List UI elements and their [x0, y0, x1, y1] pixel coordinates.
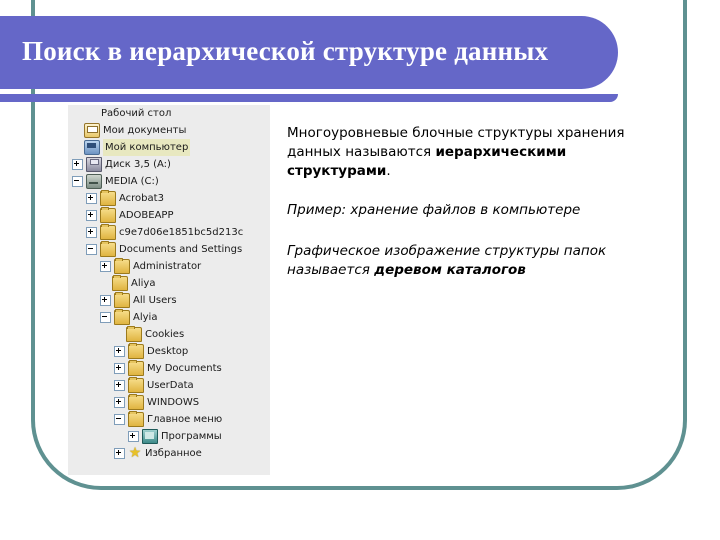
tree-item-label: Программы: [161, 431, 222, 442]
tree-row[interactable]: Aliya: [68, 275, 270, 292]
expand-plus-icon[interactable]: [114, 397, 125, 408]
drive-icon: [86, 174, 102, 189]
folder-icon: [100, 190, 116, 206]
tree-row[interactable]: ADOBEAPP: [68, 207, 270, 224]
tree-row[interactable]: Cookies: [68, 326, 270, 343]
tree-row[interactable]: WINDOWS: [68, 394, 270, 411]
tree-item-label: All Users: [133, 295, 177, 306]
expand-plus-icon[interactable]: [114, 346, 125, 357]
folder-icon: [114, 309, 130, 325]
tree-item-label: Acrobat3: [119, 193, 164, 204]
tree-row[interactable]: All Users: [68, 292, 270, 309]
floppy-icon: [86, 157, 102, 172]
definition-text-tail: .: [386, 163, 391, 179]
tree-item-label: Избранное: [145, 448, 202, 459]
paragraph-example: Пример: хранение файлов в компьютере: [287, 202, 581, 218]
folder-icon: [128, 394, 144, 410]
collapse-minus-icon[interactable]: [100, 312, 111, 323]
tree-row[interactable]: Диск 3,5 (A:): [68, 156, 270, 173]
folder-icon: [100, 207, 116, 223]
computer-icon: [84, 140, 100, 155]
star-icon: ★: [128, 445, 142, 461]
tree-row[interactable]: Documents and Settings: [68, 241, 270, 258]
tree-row[interactable]: ★ Избранное: [68, 445, 270, 462]
tree-item-label: Desktop: [147, 346, 189, 357]
tree-item-label: Рабочий стол: [101, 108, 172, 119]
tree-item-label: MEDIA (C:): [105, 176, 159, 187]
tree-item-label: Мои документы: [103, 125, 187, 136]
tree-item-label: Aliya: [131, 278, 156, 289]
tree-row[interactable]: Administrator: [68, 258, 270, 275]
expand-plus-icon[interactable]: [114, 448, 125, 459]
tree-row[interactable]: Мой компьютер: [68, 139, 270, 156]
tree-item-label: Alyia: [133, 312, 158, 323]
tree-row[interactable]: Мои документы: [68, 122, 270, 139]
tree-row[interactable]: UserData: [68, 377, 270, 394]
folder-icon: [114, 258, 130, 274]
paragraph-tree-definition: Графическое изображение структуры папок …: [287, 242, 655, 280]
expand-plus-icon[interactable]: [100, 295, 111, 306]
expand-plus-icon[interactable]: [86, 210, 97, 221]
programs-folder-icon: [142, 429, 158, 444]
tree-row[interactable]: My Documents: [68, 360, 270, 377]
folder-icon: [128, 360, 144, 376]
tree-row[interactable]: Acrobat3: [68, 190, 270, 207]
expand-plus-icon[interactable]: [100, 261, 111, 272]
tree-row[interactable]: Программы: [68, 428, 270, 445]
expand-plus-icon[interactable]: [86, 193, 97, 204]
tree-item-label: Мой компьютер: [103, 139, 191, 156]
tree-row[interactable]: MEDIA (C:): [68, 173, 270, 190]
folder-icon: [114, 292, 130, 308]
tree-item-label: ADOBEAPP: [119, 210, 174, 221]
tree-item-label: Administrator: [133, 261, 202, 272]
paragraph-definition: Многоуровневые блочные структуры хранени…: [287, 124, 655, 181]
tree-definition-term: деревом каталогов: [374, 262, 526, 278]
explorer-tree-panel: Рабочий стол Мои документы Мой компьютер Ди…: [68, 105, 270, 475]
tree-row[interactable]: c9e7d06e1851bc5d213c: [68, 224, 270, 241]
tree-item-label: My Documents: [147, 363, 222, 374]
tree-row[interactable]: Главное меню: [68, 411, 270, 428]
expand-plus-icon[interactable]: [114, 380, 125, 391]
tree-item-label: UserData: [147, 380, 194, 391]
tree-item-label: Диск 3,5 (A:): [105, 159, 171, 170]
documents-icon: [84, 123, 100, 138]
folder-icon: [126, 326, 142, 342]
tree-row[interactable]: Desktop: [68, 343, 270, 360]
folder-icon: [128, 377, 144, 393]
collapse-minus-icon[interactable]: [72, 176, 83, 187]
collapse-minus-icon[interactable]: [114, 414, 125, 425]
expand-plus-icon[interactable]: [72, 159, 83, 170]
tree-item-label: Documents and Settings: [119, 244, 243, 255]
folder-icon: [100, 241, 116, 257]
collapse-minus-icon[interactable]: [86, 244, 97, 255]
folder-icon: [128, 343, 144, 359]
folder-icon: [100, 224, 116, 240]
tree-item-label: Главное меню: [147, 414, 223, 425]
expand-plus-icon[interactable]: [114, 363, 125, 374]
folder-icon: [112, 275, 128, 291]
folder-icon: [128, 411, 144, 427]
tree-item-label: c9e7d06e1851bc5d213c: [119, 227, 244, 238]
tree-row[interactable]: Рабочий стол: [68, 105, 270, 122]
expand-plus-icon[interactable]: [86, 227, 97, 238]
expand-plus-icon[interactable]: [128, 431, 139, 442]
tree-item-label: Cookies: [145, 329, 185, 340]
body-text-block: Многоуровневые блочные структуры хранени…: [287, 124, 655, 280]
page-title: Поиск в иерархической структуре данных: [22, 36, 549, 66]
tree-item-label: WINDOWS: [147, 397, 200, 408]
tree-row[interactable]: Alyia: [68, 309, 270, 326]
title-banner-underline: [0, 94, 618, 102]
